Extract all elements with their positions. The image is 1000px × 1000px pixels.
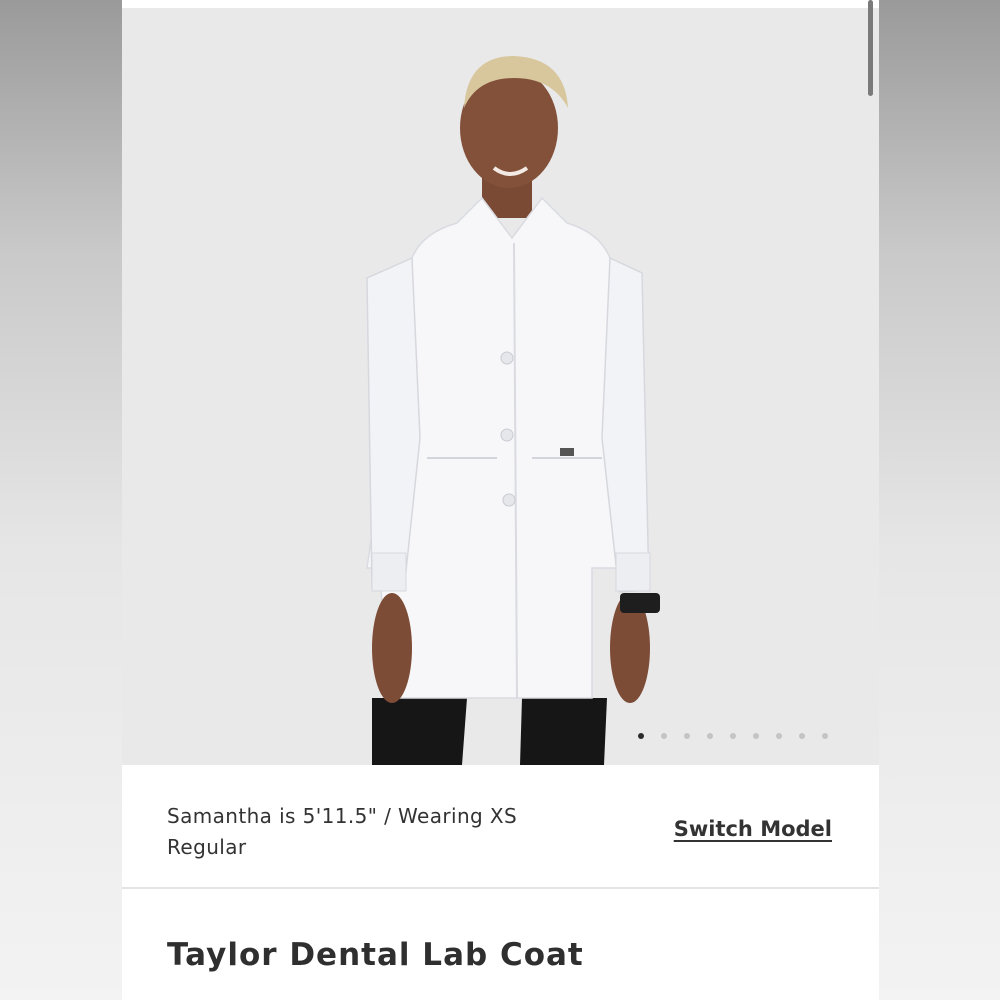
carousel-dot[interactable] — [822, 733, 828, 739]
product-page: Samantha is 5'11.5" / Wearing XS Regular… — [122, 0, 879, 1000]
carousel-dots — [638, 729, 828, 743]
carousel-dot[interactable] — [730, 733, 736, 739]
model-photo — [122, 8, 879, 765]
carousel-dot[interactable] — [684, 733, 690, 739]
scrollbar[interactable] — [868, 0, 873, 96]
carousel-dot[interactable] — [776, 733, 782, 739]
carousel-dot[interactable] — [799, 733, 805, 739]
switch-model-link[interactable]: Switch Model — [674, 817, 832, 841]
model-size-info: Samantha is 5'11.5" / Wearing XS Regular — [167, 804, 518, 859]
carousel-dot[interactable] — [753, 733, 759, 739]
product-title: Taylor Dental Lab Coat — [167, 937, 584, 973]
carousel-dot[interactable] — [707, 733, 713, 739]
carousel-dot[interactable] — [638, 733, 644, 739]
divider — [122, 887, 879, 889]
product-image-carousel[interactable] — [122, 8, 879, 765]
carousel-dot[interactable] — [661, 733, 667, 739]
model-info-row: Samantha is 5'11.5" / Wearing XS Regular… — [122, 765, 879, 887]
